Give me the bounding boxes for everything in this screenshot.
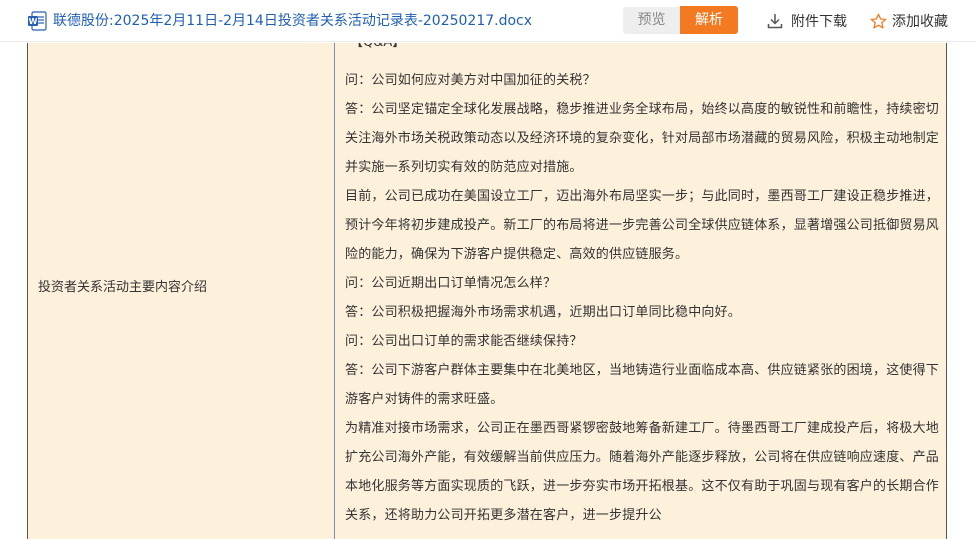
document-title: 联德股份:2025年2月11日-2月14日投资者关系活动记录表-20250217… bbox=[53, 13, 533, 29]
star-icon bbox=[870, 13, 887, 29]
add-favorite-button[interactable]: 添加收藏 bbox=[870, 10, 948, 32]
attachment-download-button[interactable]: 附件下载 bbox=[767, 10, 847, 32]
answer-paragraph: 答：公司积极把握海外市场需求机遇，近期出口订单同比稳中向好。 bbox=[345, 305, 742, 320]
row-label: 投资者关系活动主要内容介绍 bbox=[38, 280, 208, 295]
investor-relations-table: 投资者关系活动主要内容介绍 【Q&A】 问：公司如何应对美方对中国加征的关税？ … bbox=[27, 43, 947, 539]
answer-paragraph: 为精准对接市场需求，公司正在墨西哥紧锣密鼓地筹备新建工厂。待墨西哥工厂建成投产后… bbox=[345, 421, 940, 523]
qa-section-header: 【Q&A】 bbox=[350, 43, 405, 53]
word-doc-icon: W bbox=[28, 11, 47, 31]
qa-content: 问：公司如何应对美方对中国加征的关税？ 答：公司坚定锚定全球化发展战略，稳步推进… bbox=[345, 66, 942, 530]
question-paragraph: 问：公司近期出口订单情况怎么样？ bbox=[345, 276, 557, 291]
answer-paragraph: 答：公司坚定锚定全球化发展战略，稳步推进业务全球布局，始终以高度的敏锐性和前瞻性… bbox=[345, 102, 940, 175]
parse-button[interactable]: 解析 bbox=[680, 6, 738, 34]
question-paragraph: 问：公司出口订单的需求能否继续保持？ bbox=[345, 334, 583, 349]
answer-paragraph: 目前，公司已成功在美国设立工厂，迈出海外布局坚实一步；与此同时，墨西哥工厂建设正… bbox=[345, 189, 940, 262]
question-paragraph: 问：公司如何应对美方对中国加征的关税？ bbox=[345, 73, 596, 88]
table-content-cell: 【Q&A】 问：公司如何应对美方对中国加征的关税？ 答：公司坚定锚定全球化发展战… bbox=[336, 43, 946, 539]
answer-paragraph: 答：公司下游客户群体主要集中在北美地区，当地铸造行业面临成本高、供应链紧张的困境… bbox=[345, 363, 940, 407]
preview-button[interactable]: 预览 bbox=[623, 7, 680, 34]
download-label: 附件下载 bbox=[791, 14, 847, 30]
table-label-cell: 投资者关系活动主要内容介绍 bbox=[28, 43, 335, 539]
download-icon bbox=[767, 14, 783, 29]
document-toolbar: W 联德股份:2025年2月11日-2月14日投资者关系活动记录表-202502… bbox=[0, 0, 976, 42]
svg-text:W: W bbox=[29, 17, 38, 26]
favorite-label: 添加收藏 bbox=[892, 14, 948, 30]
